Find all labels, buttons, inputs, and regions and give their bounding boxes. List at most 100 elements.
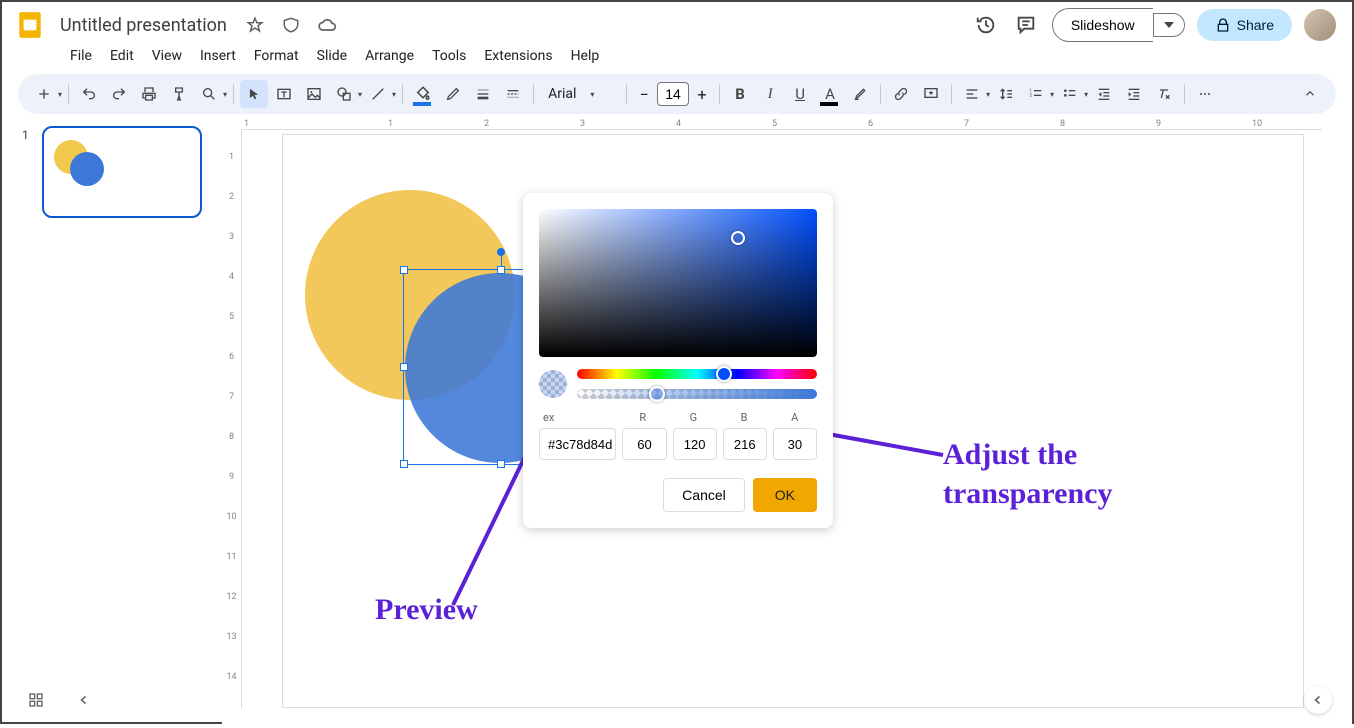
- r-input[interactable]: [622, 428, 666, 460]
- bulleted-list-dropdown[interactable]: ▾: [1084, 90, 1088, 99]
- indent-increase-button[interactable]: [1120, 80, 1148, 108]
- menu-view[interactable]: View: [144, 44, 190, 68]
- rotate-handle[interactable]: [497, 248, 505, 256]
- more-button[interactable]: [1191, 80, 1219, 108]
- slideshow-button-group: Slideshow: [1052, 8, 1185, 42]
- border-weight-button[interactable]: [469, 80, 497, 108]
- print-button[interactable]: [135, 80, 163, 108]
- sv-cursor[interactable]: [731, 231, 745, 245]
- shape-dropdown[interactable]: ▾: [358, 90, 362, 99]
- move-icon[interactable]: [277, 11, 305, 39]
- menu-tools[interactable]: Tools: [424, 44, 474, 68]
- b-input[interactable]: [723, 428, 767, 460]
- font-size-increase[interactable]: +: [691, 82, 713, 106]
- link-button[interactable]: [887, 80, 915, 108]
- ok-button[interactable]: OK: [753, 478, 817, 512]
- bold-button[interactable]: B: [726, 80, 754, 108]
- redo-button[interactable]: [105, 80, 133, 108]
- indent-decrease-button[interactable]: [1090, 80, 1118, 108]
- footer: [22, 686, 1332, 714]
- border-dash-button[interactable]: [499, 80, 527, 108]
- border-color-button[interactable]: [439, 80, 467, 108]
- alpha-thumb[interactable]: [649, 386, 665, 402]
- align-button[interactable]: [958, 80, 986, 108]
- star-icon[interactable]: [241, 11, 269, 39]
- numbered-list-button[interactable]: 12: [1022, 80, 1050, 108]
- share-button[interactable]: Share: [1197, 9, 1292, 41]
- lock-icon: [1215, 17, 1231, 33]
- hex-label: ex: [539, 411, 614, 424]
- clear-formatting-button[interactable]: [1150, 80, 1178, 108]
- numbered-list-dropdown[interactable]: ▾: [1050, 90, 1054, 99]
- resize-handle[interactable]: [497, 460, 505, 468]
- g-input[interactable]: [673, 428, 717, 460]
- textbox-tool[interactable]: [270, 80, 298, 108]
- slide-canvas[interactable]: ex R G B A Cancel OK: [282, 134, 1304, 708]
- resize-handle[interactable]: [400, 266, 408, 274]
- hue-slider[interactable]: [577, 369, 817, 379]
- shape-tool[interactable]: [330, 80, 358, 108]
- explore-button[interactable]: [1304, 686, 1332, 714]
- menu-arrange[interactable]: Arrange: [357, 44, 422, 68]
- new-slide-dropdown[interactable]: ▾: [58, 90, 62, 99]
- slide-number: 1: [22, 128, 29, 142]
- resize-handle[interactable]: [497, 266, 505, 274]
- font-selector[interactable]: Arial▾: [540, 86, 620, 102]
- toolbar: ▾ ▾ ▾ ▾ Arial▾ − + B I U A ▾ 12 ▾ ▾: [18, 74, 1336, 114]
- text-color-button[interactable]: A: [816, 80, 844, 108]
- line-dropdown[interactable]: ▾: [392, 90, 396, 99]
- slides-logo[interactable]: [12, 7, 48, 43]
- history-icon[interactable]: [972, 11, 1000, 39]
- image-tool[interactable]: [300, 80, 328, 108]
- font-size-input[interactable]: [657, 82, 689, 106]
- line-tool[interactable]: [364, 80, 392, 108]
- slideshow-dropdown[interactable]: [1153, 13, 1185, 37]
- resize-handle[interactable]: [400, 460, 408, 468]
- slide-thumbnail-1[interactable]: [42, 126, 202, 218]
- grid-view-icon[interactable]: [22, 686, 50, 714]
- menu-extensions[interactable]: Extensions: [476, 44, 560, 68]
- slideshow-button[interactable]: Slideshow: [1052, 8, 1153, 42]
- underline-button[interactable]: U: [786, 80, 814, 108]
- bulleted-list-button[interactable]: [1056, 80, 1084, 108]
- menu-edit[interactable]: Edit: [102, 44, 142, 68]
- menu-format[interactable]: Format: [246, 44, 307, 68]
- line-spacing-button[interactable]: [992, 80, 1020, 108]
- hue-thumb[interactable]: [716, 366, 732, 382]
- comments-icon[interactable]: [1012, 11, 1040, 39]
- font-name: Arial: [548, 86, 576, 102]
- slide-panel: 1: [2, 114, 222, 728]
- resize-handle[interactable]: [400, 363, 408, 371]
- new-slide-button[interactable]: [30, 80, 58, 108]
- menu-bar: File Edit View Insert Format Slide Arran…: [2, 42, 1352, 74]
- collapse-toolbar-button[interactable]: [1296, 80, 1324, 108]
- italic-button[interactable]: I: [756, 80, 784, 108]
- account-avatar[interactable]: [1304, 9, 1336, 41]
- annotation-preview-label: Preview: [375, 593, 478, 627]
- collapse-panel-icon[interactable]: [70, 686, 98, 714]
- zoom-dropdown[interactable]: ▾: [223, 90, 227, 99]
- highlight-button[interactable]: [846, 80, 874, 108]
- menu-file[interactable]: File: [62, 44, 100, 68]
- undo-button[interactable]: [75, 80, 103, 108]
- fill-color-button[interactable]: [409, 80, 437, 108]
- comment-button[interactable]: [917, 80, 945, 108]
- font-size-decrease[interactable]: −: [633, 82, 655, 106]
- align-dropdown[interactable]: ▾: [986, 90, 990, 99]
- g-label: G: [671, 411, 716, 424]
- menu-help[interactable]: Help: [563, 44, 608, 68]
- select-tool[interactable]: [240, 80, 268, 108]
- saturation-value-field[interactable]: [539, 209, 817, 357]
- menu-slide[interactable]: Slide: [309, 44, 355, 68]
- alpha-slider[interactable]: [577, 389, 817, 399]
- custom-color-picker: ex R G B A Cancel OK: [523, 193, 833, 528]
- cancel-button[interactable]: Cancel: [663, 478, 745, 512]
- a-input[interactable]: [773, 428, 817, 460]
- hex-input[interactable]: [539, 428, 616, 460]
- cloud-status-icon[interactable]: [313, 11, 341, 39]
- canvas-area: 112345678910 1234567891011121314: [222, 114, 1352, 728]
- document-title[interactable]: Untitled presentation: [54, 13, 233, 38]
- zoom-button[interactable]: [195, 80, 223, 108]
- paint-format-button[interactable]: [165, 80, 193, 108]
- menu-insert[interactable]: Insert: [192, 44, 244, 68]
